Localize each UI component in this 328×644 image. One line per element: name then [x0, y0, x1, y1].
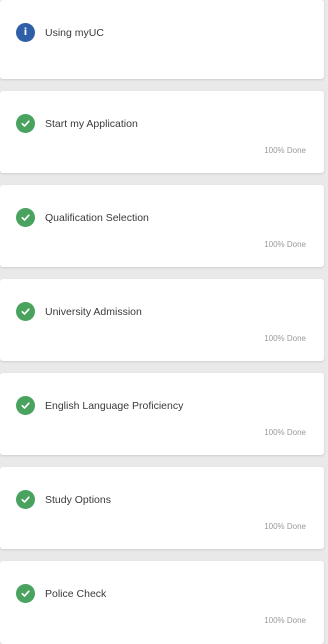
status-label: 100% Done	[264, 146, 306, 155]
step-title: University Admission	[45, 305, 142, 318]
info-icon: i	[16, 23, 35, 42]
step-title: English Language Proficiency	[45, 399, 184, 412]
step-card-english-language-proficiency[interactable]: English Language Proficiency 100% Done	[0, 373, 324, 455]
step-title: Using myUC	[45, 26, 104, 39]
status-label: 100% Done	[264, 616, 306, 625]
check-circle-icon	[16, 208, 35, 227]
status-label: 100% Done	[264, 240, 306, 249]
step-card-start-my-application[interactable]: Start my Application 100% Done	[0, 91, 324, 173]
check-circle-icon	[16, 490, 35, 509]
step-title: Police Check	[45, 587, 107, 600]
check-circle-icon	[16, 396, 35, 415]
check-circle-icon	[16, 302, 35, 321]
check-circle-icon	[16, 584, 35, 603]
status-label: 100% Done	[264, 334, 306, 343]
step-card-university-admission[interactable]: University Admission 100% Done	[0, 279, 324, 361]
step-card-study-options[interactable]: Study Options 100% Done	[0, 467, 324, 549]
status-label: 100% Done	[264, 522, 306, 531]
status-label: 100% Done	[264, 428, 306, 437]
step-title: Start my Application	[45, 117, 138, 130]
step-card-police-check[interactable]: Police Check 100% Done	[0, 561, 324, 644]
step-card-using-myuc[interactable]: i Using myUC	[0, 0, 324, 79]
check-circle-icon	[16, 114, 35, 133]
step-title: Qualification Selection	[45, 211, 149, 224]
step-title: Study Options	[45, 493, 111, 506]
step-card-qualification-selection[interactable]: Qualification Selection 100% Done	[0, 185, 324, 267]
